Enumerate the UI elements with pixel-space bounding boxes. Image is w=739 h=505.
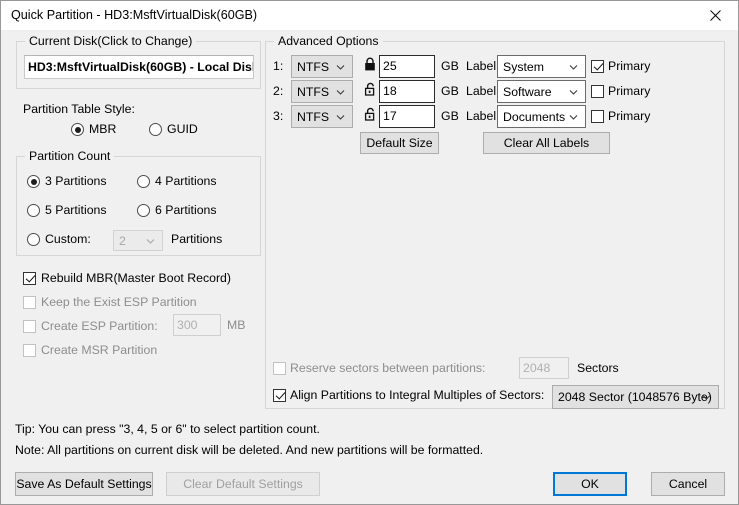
- checkbox-rebuild-mbr[interactable]: [23, 272, 36, 285]
- checkbox-rebuild-mbr-label: Rebuild MBR(Master Boot Record): [41, 271, 231, 285]
- radio-custom-partitions[interactable]: [27, 233, 40, 246]
- note-text: Note: All partitions on current disk wil…: [15, 443, 483, 457]
- esp-size-unit: MB: [227, 318, 245, 332]
- lock-closed-icon[interactable]: [363, 57, 377, 72]
- custom-partition-count-combo[interactable]: 2: [113, 230, 163, 251]
- partition-count-group-title: Partition Count: [25, 149, 114, 163]
- partition-row-3-index: 3:: [273, 109, 283, 123]
- partition-row-1-label-caption: Label:: [466, 59, 500, 73]
- checkbox-keep-existing-esp[interactable]: [23, 296, 36, 309]
- partition-row-3-size-unit: GB: [441, 109, 459, 123]
- chevron-down-icon: [336, 62, 345, 71]
- radio-5-partitions[interactable]: [27, 204, 40, 217]
- title-bar: Quick Partition - HD3:MsftVirtualDisk(60…: [1, 1, 738, 30]
- clear-all-labels-button[interactable]: Clear All Labels: [483, 132, 610, 154]
- chevron-down-icon: [336, 87, 345, 96]
- checkbox-create-esp[interactable]: [23, 320, 36, 333]
- partition-row-3-label-value: Documents: [503, 110, 565, 124]
- chevron-down-icon: [569, 112, 578, 121]
- clear-default-settings-button[interactable]: Clear Default Settings: [166, 472, 320, 496]
- lock-open-icon[interactable]: [363, 82, 377, 97]
- tip-text: Tip: You can press "3, 4, 5 or 6" to sel…: [15, 422, 320, 436]
- close-icon[interactable]: [692, 1, 738, 29]
- partition-row-3-filesystem-value: NTFS: [297, 110, 329, 124]
- radio-3-partitions-label: 3 Partitions: [45, 174, 107, 188]
- esp-size-input[interactable]: 300: [173, 314, 221, 336]
- partition-row-1-label-combo[interactable]: System: [497, 55, 586, 78]
- custom-partition-count-value: 2: [119, 234, 126, 248]
- checkbox-create-msr-label: Create MSR Partition: [41, 343, 157, 357]
- radio-mbr-label: MBR: [89, 122, 116, 136]
- current-disk-group-title: Current Disk(Click to Change): [25, 34, 196, 48]
- partition-row-2-primary-label: Primary: [608, 84, 650, 98]
- quick-partition-dialog: Quick Partition - HD3:MsftVirtualDisk(60…: [0, 0, 739, 505]
- partition-row-3-filesystem-combo[interactable]: NTFS: [291, 105, 353, 128]
- radio-4-partitions[interactable]: [137, 175, 150, 188]
- partition-row-1-primary-label: Primary: [608, 59, 650, 73]
- radio-6-partitions-label: 6 Partitions: [155, 203, 217, 217]
- partition-row-2-label-caption: Label:: [466, 84, 500, 98]
- radio-4-partitions-label: 4 Partitions: [155, 174, 217, 188]
- partition-row-2-primary-checkbox[interactable]: [591, 85, 604, 98]
- partition-row-2-label-value: Software: [503, 85, 552, 99]
- chevron-down-icon: [569, 62, 578, 71]
- partition-row-1-filesystem-combo[interactable]: NTFS: [291, 55, 353, 78]
- partition-row-3-primary-label: Primary: [608, 109, 650, 123]
- partition-table-style-label: Partition Table Style:: [23, 102, 135, 116]
- custom-partitions-suffix: Partitions: [171, 232, 222, 246]
- partition-row-1-index: 1:: [273, 59, 283, 73]
- partition-row-2-filesystem-value: NTFS: [297, 85, 329, 99]
- checkbox-create-msr[interactable]: [23, 344, 36, 357]
- reserve-sectors-input[interactable]: 2048: [519, 357, 569, 379]
- chevron-down-icon: [569, 87, 578, 96]
- ok-button[interactable]: OK: [553, 472, 627, 496]
- partition-row-1-label-value: System: [503, 60, 544, 74]
- advanced-options-group-title: Advanced Options: [274, 34, 383, 48]
- partition-row-3-label-caption: Label:: [466, 109, 500, 123]
- partition-row-2-label-combo[interactable]: Software: [497, 80, 586, 103]
- radio-5-partitions-label: 5 Partitions: [45, 203, 107, 217]
- current-disk-value: HD3:MsftVirtualDisk(60GB) - Local Disk: [28, 60, 254, 74]
- align-sector-size-value: 2048 Sector (1048576 Byte): [558, 390, 712, 404]
- current-disk-field[interactable]: HD3:MsftVirtualDisk(60GB) - Local Disk: [24, 55, 254, 79]
- partition-row-2-index: 2:: [273, 84, 283, 98]
- align-partitions-label: Align Partitions to Integral Multiples o…: [290, 388, 544, 402]
- reserve-sectors-checkbox[interactable]: [273, 362, 286, 375]
- partition-row-1-size-input[interactable]: 25: [379, 55, 435, 78]
- radio-mbr[interactable]: [71, 123, 84, 136]
- chevron-down-icon: [146, 236, 155, 245]
- radio-guid[interactable]: [149, 123, 162, 136]
- reserve-sectors-label: Reserve sectors between partitions:: [290, 361, 485, 375]
- partition-row-3-primary-checkbox[interactable]: [591, 110, 604, 123]
- save-as-default-settings-button[interactable]: Save As Default Settings: [15, 472, 153, 496]
- partition-row-1-filesystem-value: NTFS: [297, 60, 329, 74]
- chevron-down-icon: [702, 393, 711, 402]
- checkbox-keep-existing-esp-label: Keep the Exist ESP Partition: [41, 295, 197, 309]
- partition-row-2-size-input[interactable]: 18: [379, 80, 435, 103]
- partition-row-1-size-unit: GB: [441, 59, 459, 73]
- partition-row-2-filesystem-combo[interactable]: NTFS: [291, 80, 353, 103]
- reserve-sectors-unit: Sectors: [577, 361, 619, 375]
- align-sector-size-combo[interactable]: 2048 Sector (1048576 Byte): [552, 385, 719, 409]
- default-size-button[interactable]: Default Size: [360, 132, 439, 154]
- align-partitions-checkbox[interactable]: [273, 389, 286, 402]
- checkbox-create-esp-label: Create ESP Partition:: [41, 319, 158, 333]
- radio-6-partitions[interactable]: [137, 204, 150, 217]
- partition-row-3-label-combo[interactable]: Documents: [497, 105, 586, 128]
- partition-row-2-size-unit: GB: [441, 84, 459, 98]
- window-title: Quick Partition - HD3:MsftVirtualDisk(60…: [11, 8, 257, 22]
- partition-row-3-size-input[interactable]: 17: [379, 105, 435, 128]
- chevron-down-icon: [336, 112, 345, 121]
- partition-row-1-primary-checkbox[interactable]: [591, 60, 604, 73]
- radio-custom-partitions-label: Custom:: [45, 232, 91, 246]
- radio-3-partitions[interactable]: [27, 175, 40, 188]
- radio-guid-label: GUID: [167, 122, 198, 136]
- cancel-button[interactable]: Cancel: [651, 472, 725, 496]
- lock-open-icon[interactable]: [363, 107, 377, 122]
